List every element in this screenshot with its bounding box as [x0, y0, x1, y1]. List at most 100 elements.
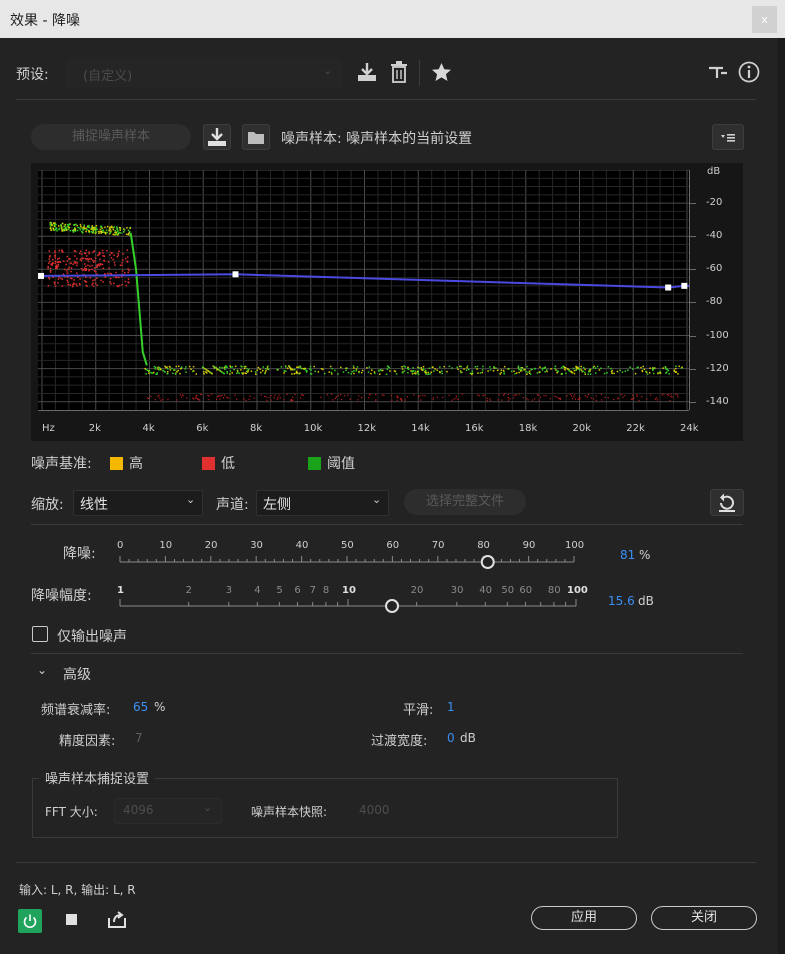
chevron-down-icon: ⌄: [323, 64, 333, 77]
smoothing-label: 平滑:: [403, 703, 434, 718]
delete-preset-icon[interactable]: [389, 61, 409, 83]
noise-reduction-label: 降噪:: [63, 546, 96, 562]
zoom-dropdown[interactable]: 线性 ⌄: [73, 490, 203, 516]
x-tick-label: 12k: [357, 423, 377, 434]
transition-value[interactable]: 0: [447, 731, 455, 745]
legend-swatch-threshold: [308, 457, 321, 470]
info-icon[interactable]: [738, 61, 760, 83]
noise-spectrum: [47, 221, 683, 402]
divider: [16, 99, 756, 100]
legend-low: 低: [202, 453, 235, 473]
curve-handle[interactable]: [38, 272, 44, 279]
x-tick-label: 4k: [142, 423, 155, 434]
power-icon: [23, 914, 37, 929]
y-tick-label: -40: [706, 230, 723, 242]
io-label: 输入: L, R, 输出: L, R: [19, 883, 136, 897]
noise-reduction-value[interactable]: 81: [620, 548, 635, 562]
zoom-label: 缩放:: [31, 497, 64, 513]
close-window-button[interactable]: x: [752, 6, 777, 33]
export-icon[interactable]: [106, 910, 128, 930]
channel-dropdown[interactable]: 左侧 ⌄: [256, 490, 389, 516]
zoom-value: 线性: [80, 497, 108, 513]
reduce-by-label: 降噪幅度:: [31, 588, 92, 604]
y-tick: [689, 236, 696, 238]
capture-noise-print-button[interactable]: 捕捉噪声样本: [31, 124, 191, 150]
power-button[interactable]: [18, 909, 42, 933]
noise-graph[interactable]: [38, 170, 689, 410]
legend-swatch-low: [202, 457, 215, 470]
select-entire-file-button[interactable]: 选择完整文件: [404, 489, 526, 515]
x-tick-label: 22k: [626, 423, 645, 434]
graph-menu-button[interactable]: [712, 124, 744, 150]
y-tick-label: -20: [706, 197, 723, 209]
spectral-decay-label: 频谱衰减率:: [41, 703, 111, 718]
noise-reduction-window: 效果 - 降噪 x 预设: (自定义) ⌄ 捕捉噪声样本 噪声样本: 噪声样本的…: [0, 0, 785, 954]
smoothing-value[interactable]: 1: [447, 700, 455, 714]
divider: [31, 653, 743, 654]
preset-label: 预设:: [16, 67, 49, 83]
y-tick-label: -80: [706, 296, 723, 308]
close-button[interactable]: 关闭: [651, 906, 757, 930]
legend-threshold-label: 阈值: [327, 456, 355, 472]
reduce-by-unit: dB: [638, 594, 654, 608]
precision-value: 7: [135, 731, 143, 745]
channel-value: 左侧: [263, 497, 291, 513]
open-noise-print-button[interactable]: [242, 124, 270, 150]
toolbar-divider: [419, 60, 420, 86]
y-tick-label: -60: [706, 263, 723, 275]
x-axis-line: [38, 410, 689, 411]
curve-handle[interactable]: [232, 271, 239, 278]
noise-sample-label: 噪声样本: 噪声样本的当前设置: [281, 131, 473, 147]
noise-snapshots-value: 4000: [359, 803, 390, 817]
routing-icon[interactable]: [707, 62, 729, 82]
transition-label: 过渡宽度:: [371, 734, 428, 749]
save-noise-print-button[interactable]: [203, 124, 231, 150]
x-tick-label: 2k: [88, 423, 101, 434]
divider: [16, 862, 756, 863]
curve-handle[interactable]: [665, 284, 672, 291]
x-tick-label: 10k: [303, 423, 323, 434]
advanced-header[interactable]: 高级: [63, 664, 91, 684]
y-tick: [689, 335, 696, 337]
preset-dropdown[interactable]: (自定义) ⌄: [66, 59, 342, 87]
stop-icon[interactable]: [66, 914, 77, 925]
chevron-down-icon: ⌄: [372, 493, 382, 506]
x-tick-label: Hz: [42, 423, 55, 434]
legend-swatch-high: [110, 457, 123, 470]
noise-reduction-slider[interactable]: [100, 550, 590, 574]
reduce-by-slider[interactable]: [100, 594, 590, 618]
save-preset-icon[interactable]: [356, 61, 378, 83]
reset-button[interactable]: [710, 489, 744, 516]
spectral-decay-value[interactable]: 65: [133, 700, 148, 714]
legend-threshold: 阈值: [308, 453, 355, 473]
star-icon[interactable]: [431, 62, 452, 82]
output-noise-only-checkbox[interactable]: [32, 626, 48, 642]
fft-size-label: FFT 大小:: [45, 805, 98, 819]
reduce-by-thumb[interactable]: [385, 599, 400, 613]
noise-reduction-thumb[interactable]: [480, 555, 495, 569]
curve-handle[interactable]: [681, 282, 688, 289]
y-tick: [689, 203, 696, 205]
x-tick-label: 8k: [250, 423, 263, 434]
y-tick-label: -120: [706, 362, 729, 374]
y-tick-label: -140: [706, 395, 729, 407]
x-tick-label: 16k: [465, 423, 484, 434]
reduce-by-value[interactable]: 15.6: [608, 594, 635, 608]
noise-reduction-ticks: [119, 556, 575, 562]
channel-label: 声道:: [216, 497, 249, 513]
legend-high: 高: [110, 453, 143, 473]
reduce-by-ticks: [119, 599, 577, 606]
x-tick-label: 14k: [411, 423, 430, 434]
x-tick-label: 24k: [680, 423, 699, 434]
title-bar: 效果 - 降噪 x: [0, 0, 785, 38]
divider: [31, 524, 743, 525]
y-tick: [689, 368, 696, 370]
apply-button[interactable]: 应用: [531, 906, 637, 930]
y-tick: [689, 269, 696, 271]
db-unit-label: dB: [707, 166, 721, 177]
folder-icon: [248, 132, 264, 144]
chevron-down-icon: ⌄: [203, 801, 213, 814]
fft-size-dropdown[interactable]: 4096 ⌄: [114, 798, 222, 824]
legend-title: 噪声基准:: [31, 456, 92, 472]
advanced-chevron-icon[interactable]: ⌄: [37, 663, 47, 677]
